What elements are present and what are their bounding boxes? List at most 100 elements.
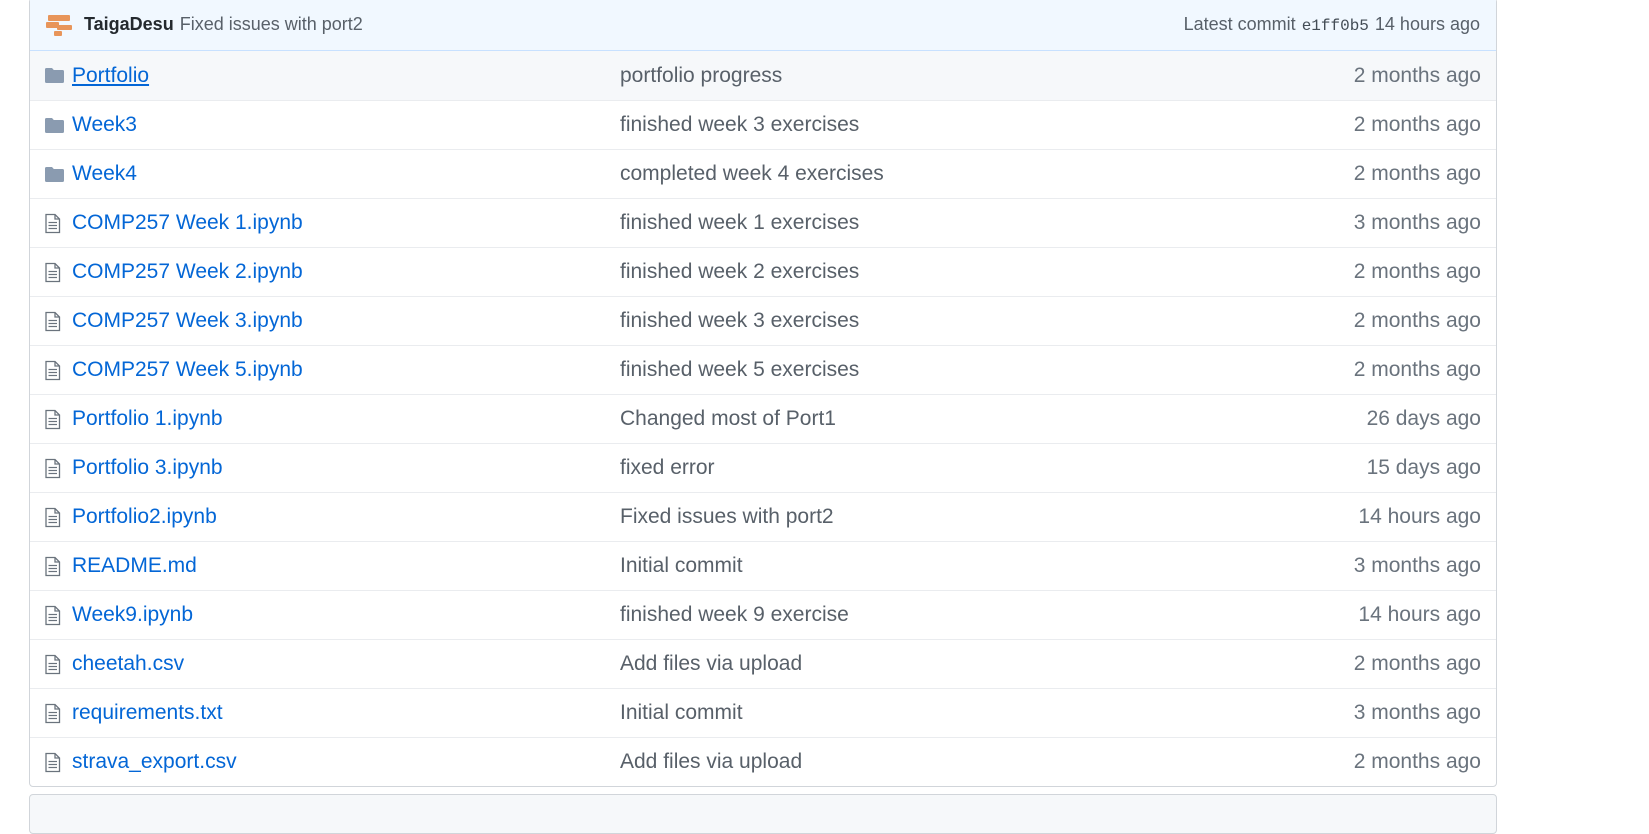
commit-age: 26 days ago — [1366, 407, 1481, 430]
commit-age: 2 months ago — [1353, 63, 1481, 87]
file-icon — [44, 556, 72, 577]
file-name-cell: Week4 — [72, 162, 620, 186]
folder-icon — [44, 67, 72, 84]
file-icon — [44, 458, 72, 479]
commit-age: 2 months ago — [1353, 358, 1481, 381]
file-name-link[interactable]: requirements.txt — [72, 701, 223, 724]
commit-age: 2 months ago — [1353, 260, 1481, 283]
file-name-cell: cheetah.csv — [72, 652, 620, 676]
commit-message-link[interactable]: finished week 3 exercises — [620, 309, 1354, 333]
file-list: Portfolio portfolio progress 2 months ago W… — [30, 51, 1496, 786]
file-icon — [44, 409, 72, 430]
folder-icon — [44, 117, 72, 134]
file-row[interactable]: strava_export.csv Add files via upload 2 m… — [30, 737, 1496, 786]
commit-message-link[interactable]: fixed error — [620, 456, 1367, 480]
commit-author[interactable]: TaigaDesu — [84, 14, 174, 35]
commit-message-link[interactable]: finished week 3 exercises — [620, 113, 1354, 137]
commit-age: 14 hours ago — [1358, 505, 1481, 528]
commit-message-link[interactable]: finished week 5 exercises — [620, 358, 1354, 382]
file-row[interactable]: COMP257 Week 1.ipynb finished week 1 exer… — [30, 198, 1496, 247]
file-name-link[interactable]: Week3 — [72, 113, 137, 136]
file-name-link[interactable]: Portfolio 1.ipynb — [72, 407, 223, 430]
file-row[interactable]: Week3 finished week 3 exercises 2 months a… — [30, 100, 1496, 149]
file-icon — [44, 311, 72, 332]
commit-message[interactable]: Fixed issues with port2 — [180, 14, 363, 35]
commit-age: 2 months ago — [1353, 652, 1481, 675]
file-row[interactable]: COMP257 Week 5.ipynb finished week 5 exer… — [30, 345, 1496, 394]
file-icon — [44, 703, 72, 724]
file-name-cell: Portfolio — [72, 64, 620, 88]
commit-age: 2 months ago — [1353, 750, 1481, 773]
file-name-cell: Portfolio 3.ipynb — [72, 456, 620, 480]
file-name-link[interactable]: cheetah.csv — [72, 652, 184, 675]
file-name-link[interactable]: Portfolio — [72, 64, 149, 87]
file-icon — [44, 213, 72, 234]
commit-age: 3 months ago — [1353, 701, 1481, 724]
commit-age: 15 days ago — [1366, 456, 1481, 479]
commit-age: 14 hours ago — [1374, 14, 1480, 34]
file-row[interactable]: Week4 completed week 4 exercises 2 months … — [30, 149, 1496, 198]
file-name-cell: COMP257 Week 5.ipynb — [72, 358, 620, 382]
commit-message-link[interactable]: Initial commit — [620, 701, 1354, 725]
file-name-link[interactable]: Portfolio2.ipynb — [72, 505, 217, 528]
avatar[interactable] — [46, 12, 72, 38]
commit-message-link[interactable]: Add files via upload — [620, 652, 1354, 676]
file-icon — [44, 507, 72, 528]
commit-message-link[interactable]: Changed most of Port1 — [620, 407, 1367, 431]
folder-icon — [44, 166, 72, 183]
file-name-link[interactable]: COMP257 Week 2.ipynb — [72, 260, 303, 283]
file-name-link[interactable]: COMP257 Week 5.ipynb — [72, 358, 303, 381]
file-name-cell: Week9.ipynb — [72, 603, 620, 627]
commit-age: 3 months ago — [1353, 211, 1481, 234]
file-name-link[interactable]: strava_export.csv — [72, 750, 237, 773]
file-row[interactable]: README.md Initial commit 3 months ago — [30, 541, 1496, 590]
commit-sha[interactable]: e1ff0b5 — [1302, 17, 1369, 35]
file-name-cell: requirements.txt — [72, 701, 620, 725]
commit-age: 2 months ago — [1353, 309, 1481, 332]
file-row[interactable]: Portfolio 1.ipynb Changed most of Port1 26… — [30, 394, 1496, 443]
commit-message-link[interactable]: Fixed issues with port2 — [620, 505, 1358, 529]
file-name-link[interactable]: COMP257 Week 1.ipynb — [72, 211, 303, 234]
file-name-cell: COMP257 Week 2.ipynb — [72, 260, 620, 284]
latest-commit-bar: TaigaDesu Fixed issues with port2 Latest… — [30, 0, 1496, 51]
commit-message-link[interactable]: completed week 4 exercises — [620, 162, 1354, 186]
file-name-cell: Portfolio2.ipynb — [72, 505, 620, 529]
readme-box — [29, 794, 1497, 834]
file-name-link[interactable]: README.md — [72, 554, 197, 577]
file-row[interactable]: cheetah.csv Add files via upload 2 months … — [30, 639, 1496, 688]
file-icon — [44, 752, 72, 773]
file-name-link[interactable]: COMP257 Week 3.ipynb — [72, 309, 303, 332]
commit-message-link[interactable]: finished week 9 exercise — [620, 603, 1358, 627]
file-name-link[interactable]: Week4 — [72, 162, 137, 185]
file-icon — [44, 654, 72, 675]
file-name-link[interactable]: Portfolio 3.ipynb — [72, 456, 223, 479]
commit-age: 2 months ago — [1353, 162, 1481, 185]
file-row[interactable]: Portfolio2.ipynb Fixed issues with port2 1… — [30, 492, 1496, 541]
commit-message-link[interactable]: finished week 2 exercises — [620, 260, 1354, 284]
file-row[interactable]: requirements.txt Initial commit 3 months a… — [30, 688, 1496, 737]
file-row[interactable]: COMP257 Week 3.ipynb finished week 3 exer… — [30, 296, 1496, 345]
commit-message-link[interactable]: Add files via upload — [620, 750, 1354, 774]
commit-meta: Latest commit e1ff0b5 14 hours ago — [1184, 14, 1480, 35]
file-browser: TaigaDesu Fixed issues with port2 Latest… — [29, 0, 1497, 787]
file-name-cell: Week3 — [72, 113, 620, 137]
latest-commit-label: Latest commit — [1183, 14, 1296, 34]
file-icon — [44, 360, 72, 381]
file-row[interactable]: Portfolio 3.ipynb fixed error 15 days ago — [30, 443, 1496, 492]
file-row[interactable]: Portfolio portfolio progress 2 months ago — [30, 51, 1496, 100]
commit-age: 3 months ago — [1353, 554, 1481, 577]
file-name-link[interactable]: Week9.ipynb — [72, 603, 193, 626]
file-row[interactable]: Week9.ipynb finished week 9 exercise 14 ho… — [30, 590, 1496, 639]
file-icon — [44, 262, 72, 283]
file-icon — [44, 605, 72, 626]
file-name-cell: Portfolio 1.ipynb — [72, 407, 620, 431]
file-name-cell: README.md — [72, 554, 620, 578]
commit-message-link[interactable]: portfolio progress — [620, 64, 1354, 88]
file-name-cell: COMP257 Week 1.ipynb — [72, 211, 620, 235]
commit-message-link[interactable]: finished week 1 exercises — [620, 211, 1354, 235]
commit-age: 2 months ago — [1353, 113, 1481, 136]
commit-age: 14 hours ago — [1358, 603, 1481, 626]
file-name-cell: strava_export.csv — [72, 750, 620, 774]
commit-message-link[interactable]: Initial commit — [620, 554, 1354, 578]
file-row[interactable]: COMP257 Week 2.ipynb finished week 2 exer… — [30, 247, 1496, 296]
